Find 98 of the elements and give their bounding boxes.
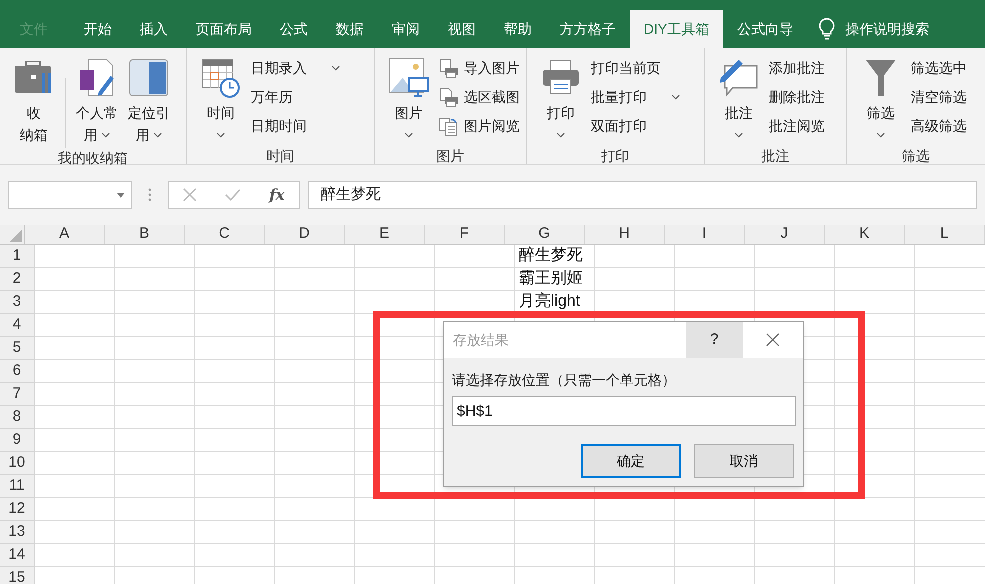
cell-text: 霸王别姬	[518, 269, 584, 289]
filter-icon	[865, 59, 897, 97]
ribbon-tab[interactable]: 数据	[322, 10, 378, 48]
ribbon-button[interactable]: 时间	[197, 56, 245, 146]
cancel-icon[interactable]	[183, 188, 198, 202]
ribbon-command[interactable]: 批注阅览	[769, 114, 825, 139]
location-field[interactable]: $H$1	[452, 396, 796, 426]
duplex-print-icon	[439, 116, 459, 136]
column-header[interactable]: I	[665, 225, 745, 244]
ribbon-button[interactable]: 收 纳箱	[10, 56, 58, 148]
ribbon-tab[interactable]: 开始	[70, 10, 126, 48]
column-header[interactable]: L	[905, 225, 985, 244]
group-label: 筛选	[902, 147, 930, 166]
row-header[interactable]: 9	[0, 429, 35, 452]
ribbon-button[interactable]: 定位引 用	[125, 56, 173, 148]
select-all-icon[interactable]	[10, 230, 22, 242]
row-header[interactable]: 10	[0, 452, 35, 475]
batch-print-icon	[439, 88, 459, 108]
toolbox-icon	[14, 61, 54, 95]
ribbon-button[interactable]: 打印	[537, 56, 585, 146]
row-header[interactable]: 1	[0, 245, 35, 268]
printer-icon	[542, 60, 580, 96]
cell-text: 醉生梦死	[518, 246, 584, 266]
ribbon-command[interactable]: 筛选选中	[911, 56, 967, 81]
ribbon-tab[interactable]: 页面布局	[182, 10, 266, 48]
column-header[interactable]: J	[745, 225, 825, 244]
column-header[interactable]: H	[585, 225, 665, 244]
ribbon-command[interactable]: 日期时间	[251, 114, 340, 139]
image-icon	[389, 58, 429, 98]
comment-pencil-icon	[719, 58, 759, 98]
ribbon-command[interactable]: 万年历	[251, 85, 340, 110]
name-box[interactable]	[8, 181, 132, 209]
ribbon-tab[interactable]: 视图	[434, 10, 490, 48]
dialog-button[interactable]: 取消	[694, 444, 794, 478]
column-header[interactable]: K	[825, 225, 905, 244]
column-header[interactable]: D	[265, 225, 345, 244]
column-header[interactable]: E	[345, 225, 425, 244]
group-label: 批注	[762, 147, 790, 166]
cell-text: 月亮light	[518, 292, 582, 312]
group-label: 打印	[602, 147, 630, 166]
ribbon-command[interactable]: 图片阅览	[439, 114, 520, 139]
close-icon	[766, 333, 780, 347]
ribbon-tab[interactable]: 公式	[266, 10, 322, 48]
ribbon-tab[interactable]: 帮助	[490, 10, 546, 48]
row-header[interactable]: 15	[0, 567, 35, 584]
dialog-button[interactable]: 确定	[581, 444, 681, 478]
ribbon-command[interactable]: 删除批注	[769, 85, 825, 110]
ribbon-command[interactable]: 日期录入	[251, 56, 340, 81]
ribbon-tab[interactable]: DIY工具箱	[630, 10, 724, 48]
ribbon-button[interactable]: 图片	[385, 56, 433, 146]
prompt-label: 请选择存放位置（只需一个单元格）	[452, 371, 677, 390]
row-header[interactable]: 8	[0, 406, 35, 429]
lightbulb-icon	[819, 18, 836, 40]
tell-me-search[interactable]: 操作说明搜索	[845, 18, 930, 40]
ribbon-button[interactable]: 筛选	[857, 56, 905, 146]
ribbon-tab[interactable]: 插入	[126, 10, 182, 48]
ribbon-command[interactable]: 批量打印	[591, 85, 680, 110]
ribbon-tab[interactable]: 公式向导	[723, 10, 808, 48]
ribbon-command[interactable]: 清空筛选	[911, 85, 967, 110]
ribbon-command[interactable]: 选区截图	[439, 85, 520, 110]
ribbon-command[interactable]: 双面打印	[591, 114, 680, 139]
row-header[interactable]: 11	[0, 475, 35, 498]
column-header[interactable]: F	[425, 225, 505, 244]
group-label: 时间	[266, 147, 294, 166]
ribbon-button[interactable]: 个人常 用	[73, 56, 121, 148]
help-button[interactable]: ?	[686, 322, 743, 358]
split-panel-icon	[129, 59, 169, 97]
ribbon-tab[interactable]: 审阅	[378, 10, 434, 48]
formula-input[interactable]: 醉生梦死	[308, 181, 977, 209]
ribbon-button[interactable]: 批注	[715, 56, 763, 146]
row-header[interactable]: 7	[0, 383, 35, 406]
notebook-icon	[77, 58, 117, 98]
ribbon-command[interactable]: 高级筛选	[911, 114, 967, 139]
column-header[interactable]: A	[25, 225, 105, 244]
dialog-title: 存放结果	[452, 330, 510, 350]
row-header[interactable]: 14	[0, 544, 35, 567]
insert-function-button[interactable]: fx	[269, 184, 285, 206]
print-page-icon	[439, 58, 459, 78]
row-header[interactable]: 5	[0, 337, 35, 360]
ribbon-command[interactable]: 打印当前页	[591, 56, 680, 81]
column-header[interactable]: C	[185, 225, 265, 244]
calendar-clock-icon	[202, 58, 240, 98]
check-icon[interactable]	[225, 189, 242, 201]
row-header[interactable]: 6	[0, 360, 35, 383]
row-header[interactable]: 12	[0, 498, 35, 521]
column-header[interactable]: B	[105, 225, 185, 244]
row-header[interactable]: 13	[0, 521, 35, 544]
column-header[interactable]: G	[505, 225, 585, 244]
ribbon-tab[interactable]: 方方格子	[546, 10, 630, 48]
group-label: 我的收纳箱	[58, 149, 128, 168]
row-header[interactable]: 4	[0, 314, 35, 337]
group-label: 图片	[436, 147, 464, 166]
ribbon-command[interactable]: 导入图片	[439, 56, 520, 81]
ribbon-command[interactable]: 添加批注	[769, 56, 825, 81]
row-header[interactable]: 2	[0, 268, 35, 291]
grip-icon	[148, 188, 152, 202]
caret-icon	[117, 192, 125, 198]
row-header[interactable]: 3	[0, 291, 35, 314]
